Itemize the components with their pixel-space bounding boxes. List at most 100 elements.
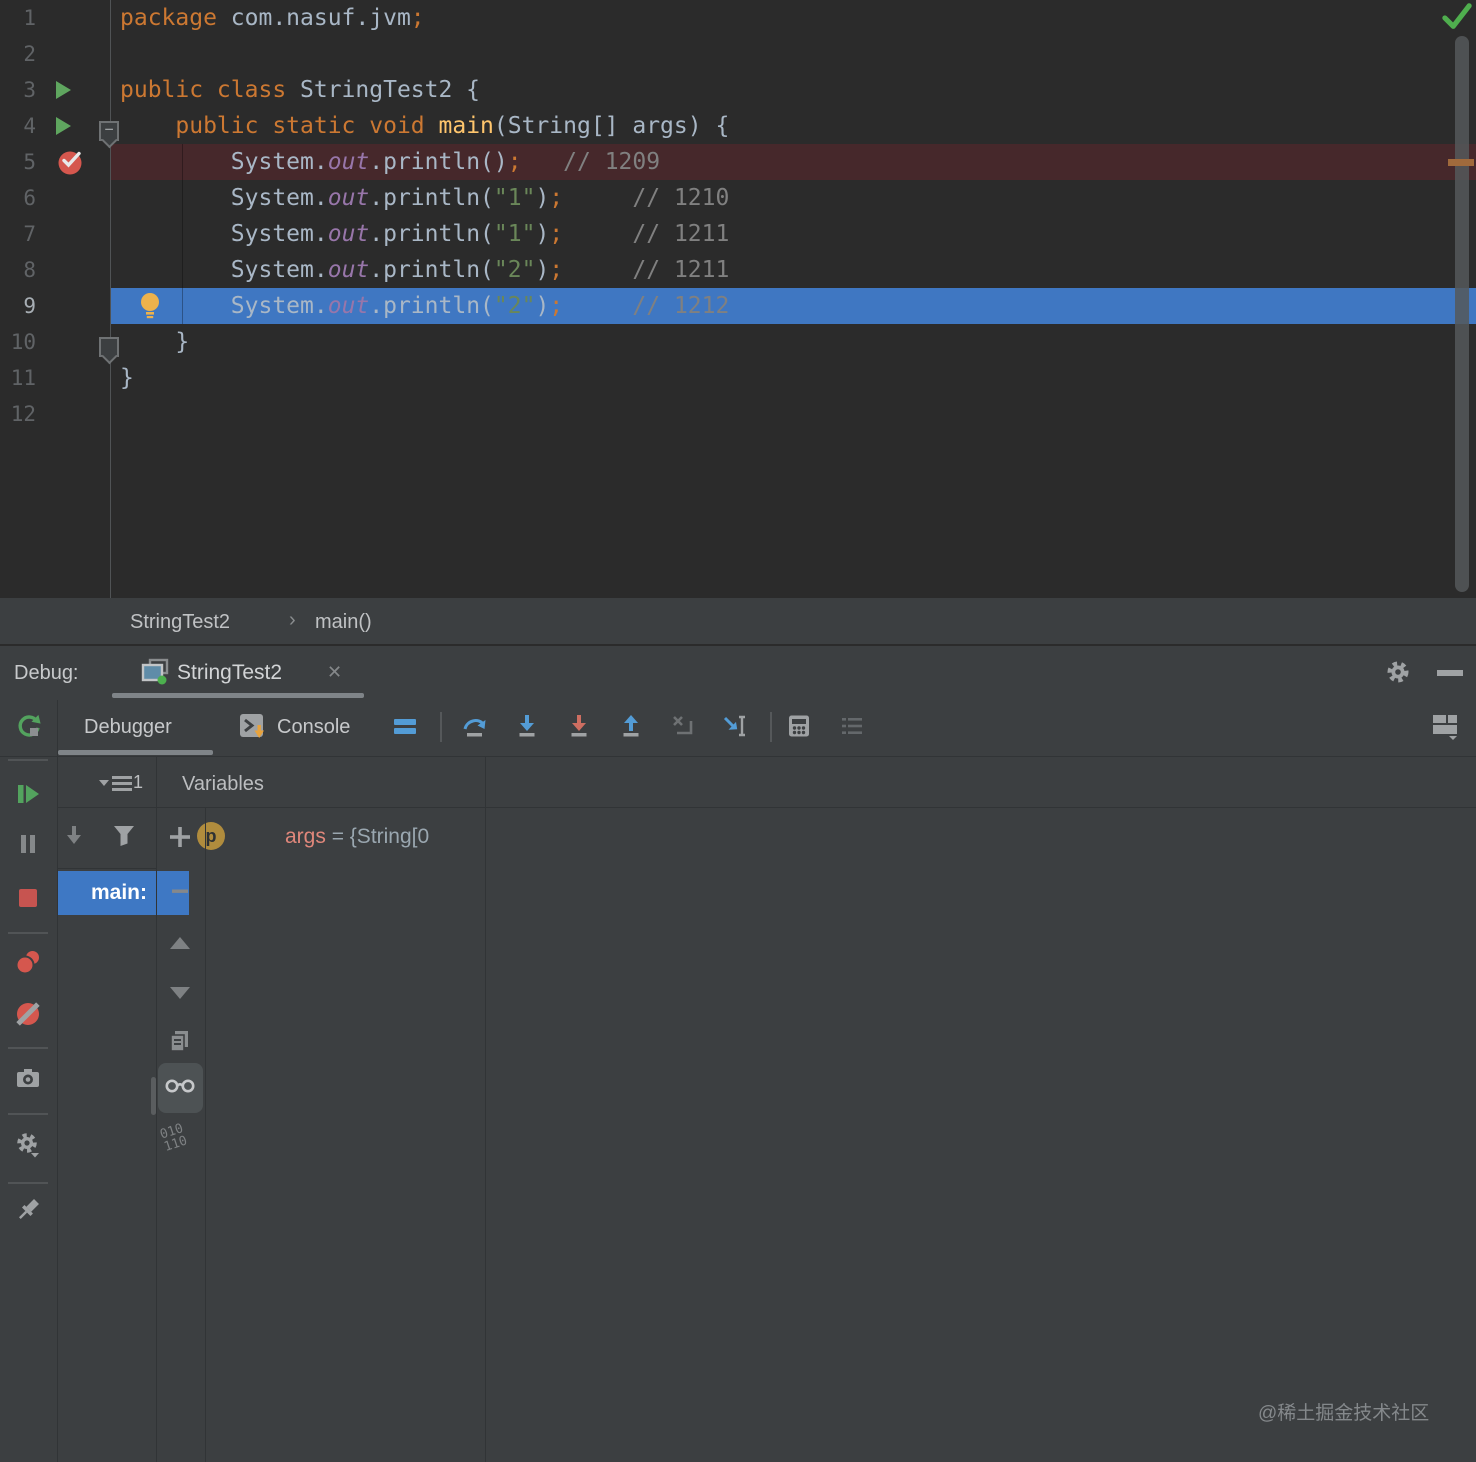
code-line[interactable]: 11} [0,360,1476,396]
add-watch-icon[interactable] [166,823,194,851]
code-line[interactable]: 9 System.out.println("2"); // 1212 [0,288,1476,324]
code-text: package com.nasuf.jvm; [120,5,425,31]
code-line[interactable]: 10 } [0,324,1476,360]
layout-settings-icon[interactable] [1430,711,1458,740]
remove-watch-icon[interactable] [166,877,194,905]
code-text: System.out.println("1"); // 1211 [120,221,730,247]
debug-label: Debug: [14,662,79,684]
inspections-ok-check-icon[interactable] [1441,3,1473,31]
active-tab-underline [58,750,213,755]
evaluate-expression-icon[interactable] [785,712,813,740]
debug-session-tab-icon [140,657,170,687]
strip-separator [8,1047,48,1049]
code-text: System.out.println("2"); // 1211 [120,257,730,283]
strip-separator [8,1182,48,1184]
code-line[interactable]: 2 [0,36,1476,72]
code-text: System.out.println("2"); // 1212 [120,293,730,319]
debugger-settings-icon[interactable] [14,1131,42,1159]
breadcrumb-class[interactable]: StringTest2 [130,611,230,634]
stop-program-icon[interactable] [14,884,42,912]
code-line[interactable]: 4 − public static void main(String[] args… [0,108,1476,144]
watermark: @稀土掘金技术社区 [1258,1403,1430,1424]
mute-breakpoints-icon[interactable] [14,1000,42,1028]
hide-toolwindow-icon[interactable] [1437,670,1463,676]
debugger-toolbar: Debugger Console [0,699,1476,757]
line-number: 1 [23,6,36,30]
force-step-into-icon[interactable] [565,712,593,740]
close-icon[interactable]: ✕ [327,662,342,683]
show-watches-icon[interactable] [163,1073,197,1095]
code-line[interactable]: 6 System.out.println("1"); // 1210 [0,180,1476,216]
strip-separator [8,932,48,934]
line-number: 9 [23,294,36,318]
variable-row-args[interactable]: args = {String[0 [206,817,485,857]
active-session-underline [112,693,364,698]
code-text: } [120,365,134,391]
step-out-icon[interactable] [617,712,645,740]
tab-debugger[interactable]: Debugger [84,716,172,739]
line-number: 4 [23,114,36,138]
thread-dump-icon[interactable] [14,1064,42,1092]
frames-down-arrow-icon[interactable] [60,823,88,851]
pin-tab-icon[interactable] [14,1196,42,1224]
step-into-icon[interactable] [513,712,541,740]
move-watch-down-icon[interactable] [166,979,194,1007]
debug-toolwindow-header: Debug: StringTest2 ✕ [0,646,1476,699]
thread-count: 1 [133,772,144,792]
resume-program-icon[interactable] [14,780,42,808]
code-text: public class StringTest2 { [120,77,481,103]
pause-program-icon[interactable] [14,830,42,858]
code-text: public static void main(String[] args) { [175,113,730,139]
intention-bulb-icon[interactable] [137,291,163,321]
code-line[interactable]: 7 System.out.println("1"); // 1211 [0,216,1476,252]
line-number: 11 [10,366,36,390]
variable-value: {String[0 [349,825,430,848]
line-number: 10 [10,330,36,354]
run-to-cursor-icon[interactable] [721,712,749,740]
code-line[interactable]: 5 System.out.println(); // 1209 [0,144,1476,180]
variable-name: args [285,825,326,848]
line-number: 12 [10,402,36,426]
console-tab-icon [238,712,268,742]
trace-settings-icon[interactable] [838,712,866,740]
run-line-icon[interactable] [53,79,73,101]
line-number: 7 [23,222,36,246]
strip-separator [8,1113,48,1115]
line-number: 2 [23,42,36,66]
code-line[interactable]: 8 System.out.println("2"); // 1211 [0,252,1476,288]
evaluate-binary-icon[interactable]: 010 110 [158,1121,189,1155]
show-execution-point-icon[interactable] [391,712,419,740]
breadcrumb-separator-icon: › [289,609,296,631]
filter-icon[interactable] [110,821,138,849]
fold-marker[interactable]: − [99,121,119,141]
tab-console[interactable]: Console [277,716,350,739]
code-line[interactable]: 3 public class StringTest2 { [0,72,1476,108]
step-over-icon[interactable] [461,712,489,740]
code-line[interactable]: 1 package com.nasuf.jvm; [0,0,1476,36]
code-line[interactable]: 12 [0,396,1476,432]
duplicate-watch-icon[interactable] [166,1027,194,1055]
variable-equals: = [325,825,350,848]
editor-scrollbar[interactable] [1455,36,1469,592]
line-number: 6 [23,186,36,210]
line-number: 8 [23,258,36,282]
view-breakpoints-icon[interactable] [14,948,42,976]
gear-icon[interactable] [1384,658,1412,686]
strip-separator [8,759,48,761]
debug-session-tab[interactable]: StringTest2 [177,661,282,685]
run-line-icon[interactable] [53,115,73,137]
rerun-debug-icon[interactable] [15,713,43,741]
fold-marker[interactable] [99,337,119,357]
move-watch-up-icon[interactable] [166,929,194,957]
breadcrumb: StringTest2 › main() [0,598,1476,646]
code-editor[interactable]: 1 package com.nasuf.jvm; 2 3 public class St… [0,0,1476,598]
frames-panel: 1 main: [57,757,189,1462]
code-text: System.out.println("1"); // 1210 [120,185,730,211]
code-text: } [120,329,190,355]
breakpoint-icon[interactable] [56,147,86,177]
drop-frame-icon[interactable] [669,712,697,740]
debug-content: 1 main: Variables 010 110 p args = {Stri… [0,700,1476,1462]
error-stripe-mark [1448,159,1474,166]
breadcrumb-method[interactable]: main() [315,611,372,634]
line-number: 3 [23,78,36,102]
